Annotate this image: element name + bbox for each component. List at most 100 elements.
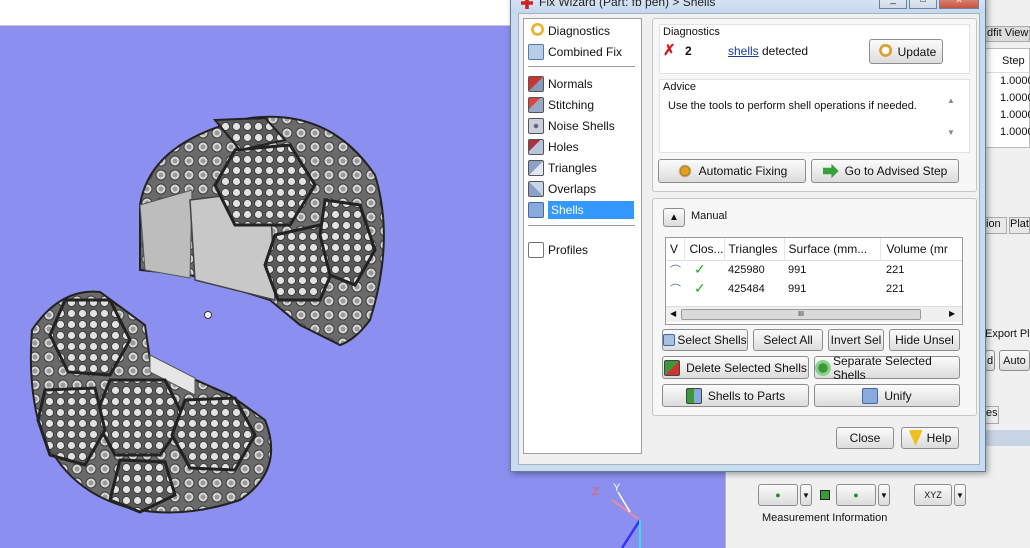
column-header[interactable]: Triangles: [724, 238, 785, 260]
d-button[interactable]: d: [985, 350, 995, 371]
scroll-left-icon[interactable]: ◀: [670, 309, 676, 318]
axis-z-label: Z: [592, 486, 599, 498]
maximize-icon: □: [920, 0, 926, 5]
invert-sel-button[interactable]: Invert Sel: [828, 329, 884, 351]
xyz-button[interactable]: XYZ: [914, 484, 952, 506]
sidebar-item-triangles[interactable]: Triangles: [528, 158, 638, 177]
advice-text: Use the tools to perform shell operation…: [668, 100, 917, 112]
check-icon: ✓: [694, 261, 706, 278]
cell-surface: 991: [788, 263, 807, 276]
step-table: Step 1.0000 1.0000 1.0000 1.0000: [985, 48, 1030, 148]
sidebar-item-normals[interactable]: Normals: [528, 74, 638, 93]
partial-tab[interactable]: dfit View: [985, 26, 1030, 42]
point-dropdown-1[interactable]: ▼: [800, 484, 812, 506]
point-button-1[interactable]: ●: [758, 484, 798, 506]
sidebar-item-combined-fix[interactable]: Combined Fix: [528, 42, 638, 61]
separate-selected-button[interactable]: Separate Selected Shells: [814, 354, 960, 382]
step-value: 1.0000: [1000, 92, 1030, 104]
dialog-titlebar[interactable]: Fix Wizard (Part: fb pen) > Shells _ □ x: [511, 0, 985, 13]
auto-button[interactable]: Auto: [999, 350, 1030, 371]
step-value: 1.0000: [1000, 109, 1030, 121]
advised-step-button[interactable]: Go to Advised Step: [811, 159, 959, 183]
select-all-button[interactable]: Select All: [753, 329, 823, 351]
tab-ion[interactable]: ion: [985, 217, 1007, 234]
manual-heading: Manual: [691, 210, 728, 222]
automatic-fixing-label: Automatic Fixing: [698, 164, 788, 178]
unify-button[interactable]: Unify: [814, 384, 960, 407]
select-shells-button[interactable]: Select Shells: [662, 329, 748, 351]
table-row[interactable]: ⌒ ✓ 425484 991 221: [666, 279, 962, 298]
horizontal-scrollbar[interactable]: ◀ III ▶: [666, 306, 962, 322]
diagnostics-heading: Diagnostics: [663, 26, 720, 38]
table-row[interactable]: ⌒ ✓ 425980 991 221: [666, 260, 962, 279]
minimize-button[interactable]: _: [879, 0, 907, 9]
close-button[interactable]: Close: [836, 427, 894, 449]
cell-surface: 991: [788, 282, 807, 295]
sidebar-item-profiles[interactable]: Profiles: [528, 240, 638, 259]
advice-scroll-up[interactable]: ▲: [947, 96, 955, 105]
sidebar-item-shells[interactable]: Shells: [528, 200, 639, 219]
sidebar-item-stitching[interactable]: Stitching: [528, 95, 638, 114]
sidebar-item-label: Shells: [548, 200, 634, 219]
tab-es-label: es: [986, 407, 998, 419]
sidebar-item-noise-shells[interactable]: Noise Shells: [528, 116, 638, 135]
select-all-label: Select All: [763, 333, 813, 347]
tab-plat[interactable]: Plat: [1009, 217, 1030, 234]
tab-plat-label: Plat: [1010, 218, 1029, 230]
measurement-panel: ● ▼ ● ▼ XYZ ▼ Measurement Information: [725, 470, 1030, 548]
scroll-right-icon[interactable]: ▶: [949, 309, 955, 318]
normals-icon: [528, 75, 544, 92]
triangles-icon: [528, 159, 544, 176]
partial-tab-label: dfit View: [987, 27, 1029, 39]
arrow-right-icon: [822, 163, 839, 179]
list-divider: [528, 225, 635, 226]
sidebar-item-overlaps[interactable]: Overlaps: [528, 179, 638, 198]
scroll-grip: III: [798, 311, 804, 318]
list-divider: [528, 66, 635, 67]
visibility-icon[interactable]: ⌒: [666, 279, 684, 298]
shells-table: V Clos... Triangles Surface (mm... Volum…: [665, 237, 963, 325]
cell-triangles: 425980: [728, 263, 765, 276]
export-label: Export Pla: [985, 328, 1030, 340]
sidebar-item-label: Profiles: [548, 242, 589, 257]
advice-scroll-down[interactable]: ▼: [947, 128, 955, 137]
profiles-icon: [528, 241, 544, 258]
visibility-icon[interactable]: ⌒: [666, 260, 684, 279]
column-header[interactable]: V: [666, 238, 685, 260]
update-button[interactable]: Update: [869, 39, 943, 64]
upper-shell: [139, 115, 385, 347]
delete-selected-button[interactable]: Delete Selected Shells: [662, 356, 809, 379]
dialog-title: Fix Wizard (Part: fb pen) > Shells: [539, 0, 716, 9]
export-button[interactable]: Export Pla: [985, 328, 1030, 345]
collapse-manual-button[interactable]: ▲: [663, 208, 685, 227]
point-dropdown-2[interactable]: ▼: [878, 484, 890, 506]
column-header[interactable]: Surface (mm...: [784, 238, 881, 260]
hide-unsel-label: Hide Unsel: [895, 333, 954, 347]
hide-unsel-button[interactable]: Hide Unsel: [889, 329, 960, 351]
step-header: Step: [986, 49, 1029, 73]
manual-group: ▲ Manual V Clos... Triangles Surface (mm…: [652, 198, 977, 416]
maximize-button[interactable]: □: [909, 0, 937, 9]
shells-to-parts-button[interactable]: Shells to Parts: [662, 384, 809, 407]
help-button[interactable]: Help: [901, 427, 959, 449]
right-panel: dfit View Step 1.0000 1.0000 1.0000 1.00…: [985, 0, 1030, 548]
column-header[interactable]: Clos...: [684, 238, 725, 260]
scroll-thumb[interactable]: III: [681, 309, 921, 320]
error-x-icon: ✗: [663, 42, 676, 59]
sidebar-item-diagnostics[interactable]: Diagnostics: [528, 21, 638, 40]
tab-es[interactable]: es: [985, 406, 999, 424]
axis-triad: [611, 491, 642, 548]
xyz-dropdown[interactable]: ▼: [954, 484, 966, 506]
close-window-button[interactable]: x: [939, 0, 979, 9]
magnifier-icon: [528, 22, 544, 39]
d-button-label: d: [986, 354, 994, 367]
invert-sel-label: Invert Sel: [830, 333, 882, 347]
select-icon: [663, 334, 676, 346]
sidebar-item-holes[interactable]: Holes: [528, 137, 638, 156]
column-header[interactable]: Volume (mr: [880, 238, 962, 260]
automatic-fixing-button[interactable]: Automatic Fixing: [658, 159, 806, 183]
point-button-2[interactable]: ●: [836, 484, 876, 506]
close-label: Close: [849, 431, 881, 445]
shells-link[interactable]: shells: [728, 44, 759, 58]
unify-label: Unify: [884, 388, 912, 403]
